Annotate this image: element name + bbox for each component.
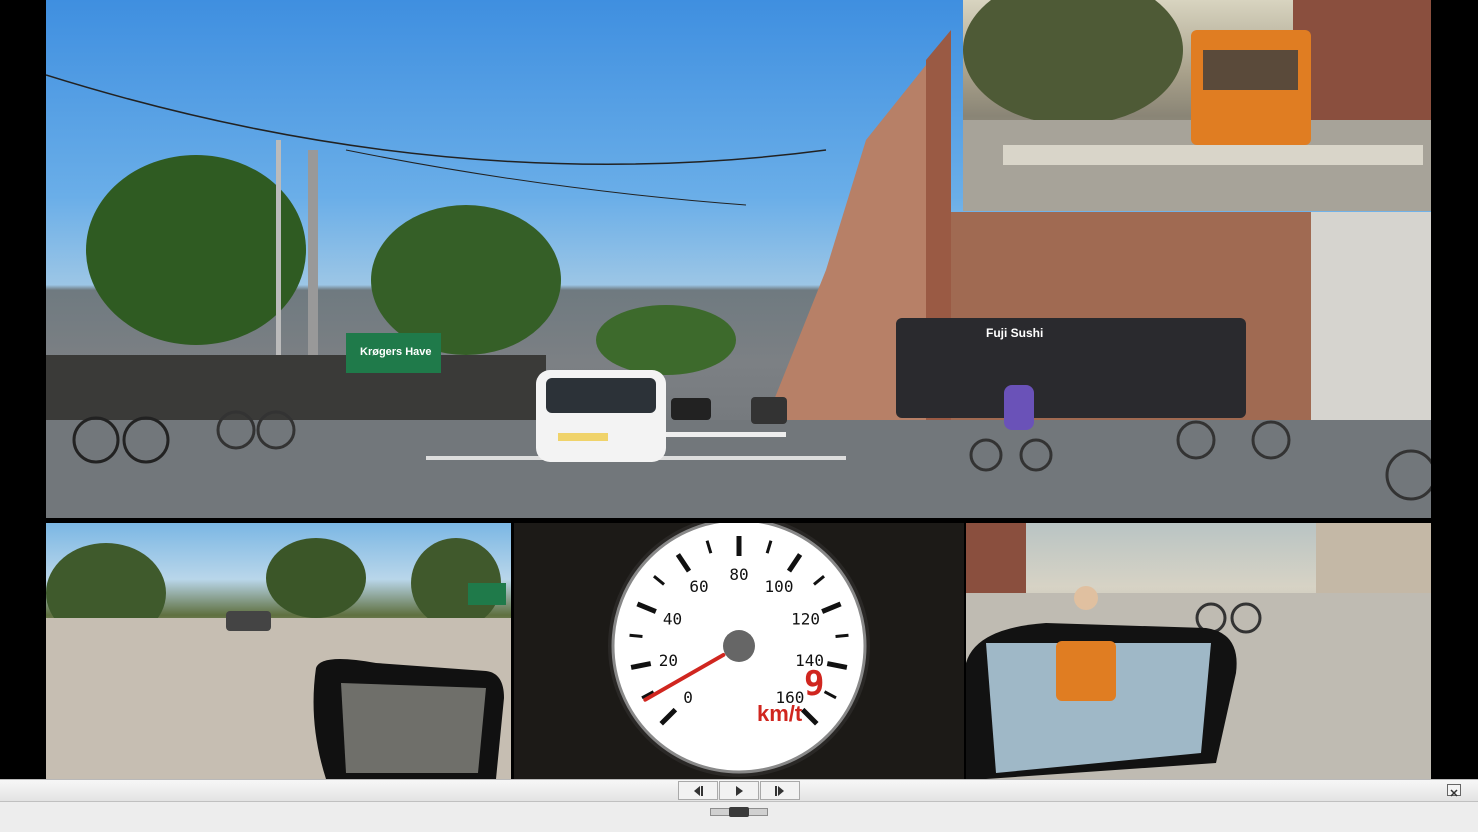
tick-label: 60 <box>689 577 708 596</box>
needle-hub <box>723 630 755 662</box>
rear-camera-view <box>963 0 1431 211</box>
timeline-thumb[interactable] <box>729 807 749 817</box>
tick-label: 40 <box>663 609 682 628</box>
tick-label: 0 <box>683 688 693 707</box>
play-icon <box>736 785 743 796</box>
left-camera-view <box>46 523 511 779</box>
playback-controls <box>0 779 1478 832</box>
play-button[interactable] <box>719 781 759 800</box>
speed-readout: 9 <box>804 664 824 704</box>
step-back-button[interactable] <box>678 781 718 800</box>
close-button[interactable] <box>1447 784 1461 797</box>
step-back-icon <box>694 785 703 796</box>
speed-unit: km/t <box>757 701 803 726</box>
speedometer-panel: 0 20 40 60 80 100 120 140 160 9 km/t <box>514 523 964 779</box>
rear-camera-scene <box>963 0 1431 211</box>
tick-label: 80 <box>729 565 748 584</box>
tick-mark <box>835 633 849 638</box>
right-camera-scene <box>966 523 1431 779</box>
step-forward-button[interactable] <box>760 781 800 800</box>
street-sign-text: Krøgers Have <box>360 346 432 358</box>
tick-label: 100 <box>765 577 794 596</box>
close-icon <box>1450 789 1458 797</box>
tick-label: 20 <box>659 651 678 670</box>
shop-sign-text: Fuji Sushi <box>986 326 1044 340</box>
tick-mark <box>629 633 643 638</box>
timeline-scrubber[interactable] <box>710 807 768 817</box>
left-camera-scene <box>46 538 511 779</box>
tick-label: 120 <box>791 609 820 628</box>
license-plate-shape <box>558 433 608 441</box>
speedometer-gauge: 020406080100120140160 9 km/t <box>608 523 870 777</box>
step-forward-icon <box>775 785 784 796</box>
right-camera-view <box>966 523 1431 779</box>
video-stage: Krøgers Have Fuji Sushi 0 20 40 60 80 10… <box>0 0 1478 779</box>
controls-bar <box>0 780 1478 802</box>
